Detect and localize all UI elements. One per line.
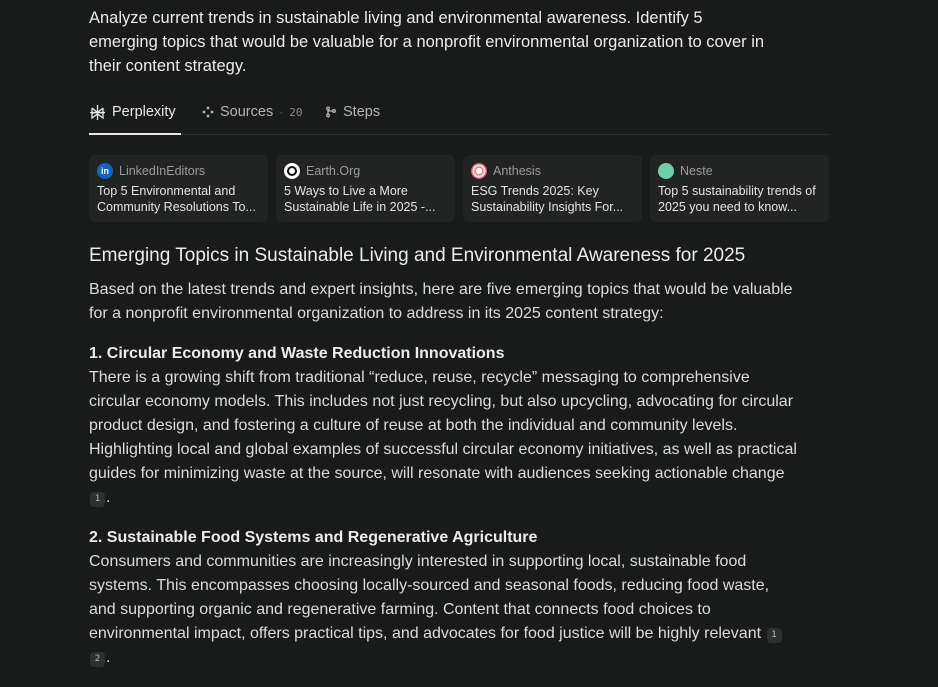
source-title: 5 Ways to Live a More Sustainable Life i… bbox=[284, 184, 436, 214]
section-text: There is a growing shift from traditiona… bbox=[89, 369, 797, 482]
linkedin-icon: in bbox=[97, 163, 113, 179]
source-title: Top 5 sustainability trends of 2025 you … bbox=[658, 184, 816, 214]
source-cards: in LinkedInEditors Top 5 Environmental a… bbox=[89, 155, 829, 222]
source-title: ESG Trends 2025: Key Sustainability Insi… bbox=[471, 184, 624, 214]
answer-section: 2. Sustainable Food Systems and Regenera… bbox=[89, 526, 799, 670]
citation-badge[interactable]: 1 bbox=[90, 492, 105, 507]
tab-sources[interactable]: Sources · 20 bbox=[202, 90, 302, 134]
steps-icon bbox=[325, 106, 337, 118]
source-header: in LinkedInEditors bbox=[97, 163, 260, 179]
active-tab-indicator bbox=[89, 133, 181, 135]
source-card[interactable]: in LinkedInEditors Top 5 Environmental a… bbox=[89, 155, 268, 222]
result-tabs: Perplexity Sources · 20 Steps bbox=[89, 90, 829, 135]
tab-perplexity[interactable]: Perplexity bbox=[89, 90, 176, 134]
sources-count: 20 bbox=[289, 105, 303, 119]
source-site: Neste bbox=[680, 164, 713, 178]
tab-perplexity-label: Perplexity bbox=[112, 104, 176, 120]
source-header: Anthesis bbox=[471, 163, 634, 179]
answer-intro: Based on the latest trends and expert in… bbox=[89, 281, 793, 322]
source-site: Earth.Org bbox=[306, 164, 361, 178]
citation-badge[interactable]: 1 bbox=[766, 628, 782, 643]
neste-icon bbox=[658, 163, 674, 179]
source-card[interactable]: Neste Top 5 sustainability trends of 202… bbox=[650, 155, 829, 222]
section-end: . bbox=[106, 649, 111, 666]
source-site: Anthesis bbox=[493, 164, 541, 178]
source-header: Neste bbox=[658, 163, 821, 179]
source-header: Earth.Org bbox=[284, 163, 447, 179]
sources-icon bbox=[202, 106, 214, 118]
answer-heading: Emerging Topics in Sustainable Living an… bbox=[89, 245, 746, 266]
page: Analyze current trends in sustainable li… bbox=[0, 0, 938, 687]
answer-section: 1. Circular Economy and Waste Reduction … bbox=[89, 342, 799, 510]
sources-separator: · bbox=[279, 105, 284, 119]
perplexity-icon bbox=[89, 104, 106, 121]
tab-steps-label: Steps bbox=[343, 104, 381, 120]
section-end: . bbox=[106, 489, 111, 506]
source-card[interactable]: Earth.Org 5 Ways to Live a More Sustaina… bbox=[276, 155, 455, 222]
query-text: Analyze current trends in sustainable li… bbox=[89, 9, 765, 75]
source-title: Top 5 Environmental and Community Resolu… bbox=[97, 184, 256, 214]
section-title: 1. Circular Economy and Waste Reduction … bbox=[89, 345, 505, 362]
source-site: LinkedInEditors bbox=[119, 164, 206, 178]
section-body: Consumers and communities are increasing… bbox=[89, 550, 799, 670]
tab-sources-label: Sources bbox=[220, 104, 274, 120]
source-card[interactable]: Anthesis ESG Trends 2025: Key Sustainabi… bbox=[463, 155, 642, 222]
anthesis-icon bbox=[471, 163, 487, 179]
section-body: There is a growing shift from traditiona… bbox=[89, 366, 799, 510]
earth-org-icon bbox=[284, 163, 300, 179]
section-text: Consumers and communities are increasing… bbox=[89, 553, 770, 642]
section-title: 2. Sustainable Food Systems and Regenera… bbox=[89, 529, 538, 546]
answer: Emerging Topics in Sustainable Living an… bbox=[89, 243, 799, 670]
tab-steps[interactable]: Steps bbox=[325, 90, 380, 134]
citation-badge[interactable]: 2 bbox=[90, 652, 105, 667]
